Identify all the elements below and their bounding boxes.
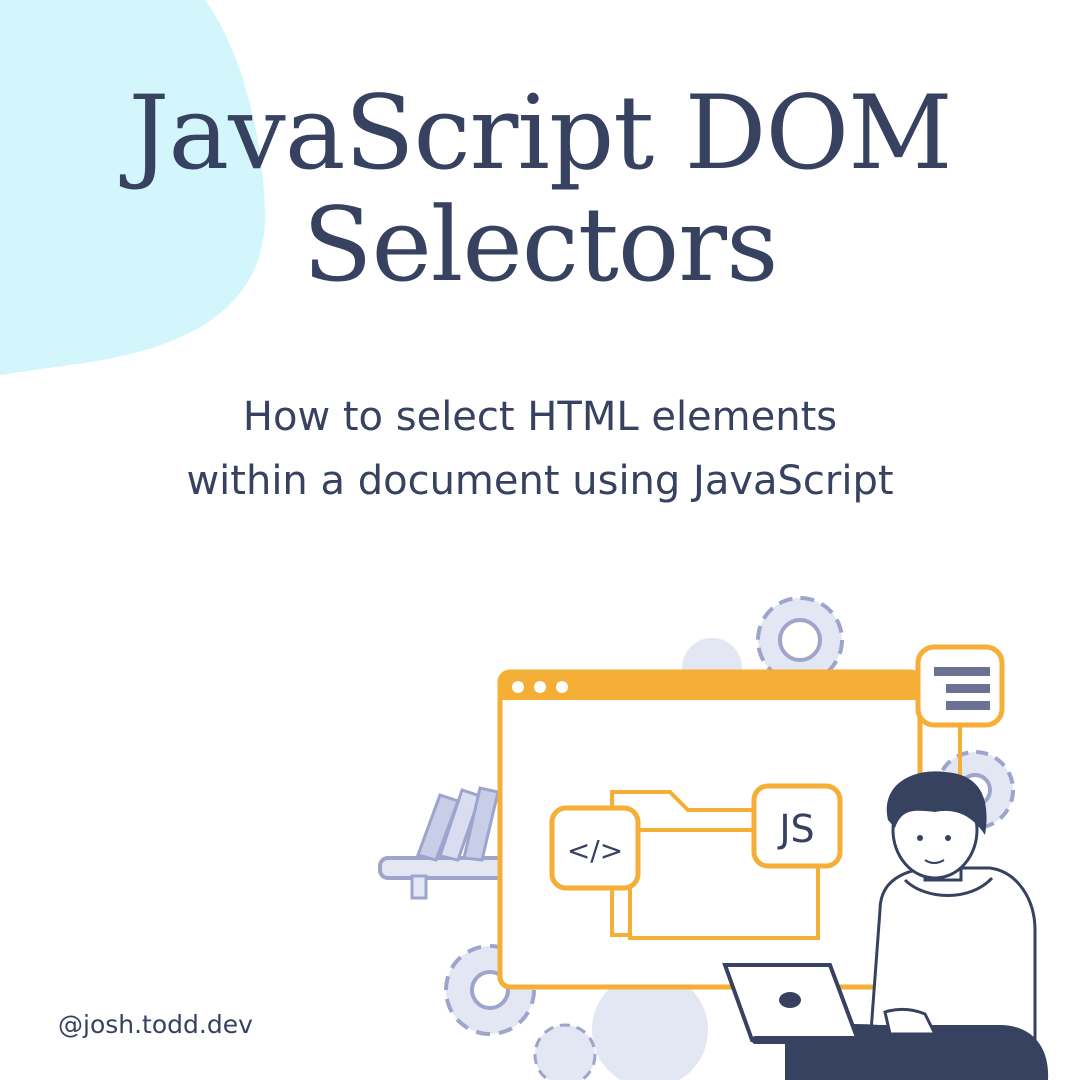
author-handle: @josh.todd.dev: [58, 1010, 253, 1039]
books-icon: [378, 786, 507, 900]
title-line-1: JavaScript DOM: [128, 74, 952, 193]
code-tag-label: </>: [567, 834, 623, 867]
title-line-2: Selectors: [302, 186, 779, 305]
slide: JavaScript DOM Selectors How to select H…: [0, 0, 1080, 1080]
illustration: </> JS: [378, 596, 1049, 1080]
gear-icon: [756, 596, 844, 684]
page-title: JavaScript DOM Selectors: [0, 78, 1080, 302]
subtitle: How to select HTML elements within a doc…: [0, 385, 1080, 513]
js-badge: JS: [751, 783, 843, 869]
subtitle-line-1: How to select HTML elements: [242, 394, 838, 440]
js-badge-label: JS: [777, 807, 814, 851]
code-icon: </>: [549, 805, 641, 891]
subtitle-line-2: within a document using JavaScript: [186, 458, 894, 504]
